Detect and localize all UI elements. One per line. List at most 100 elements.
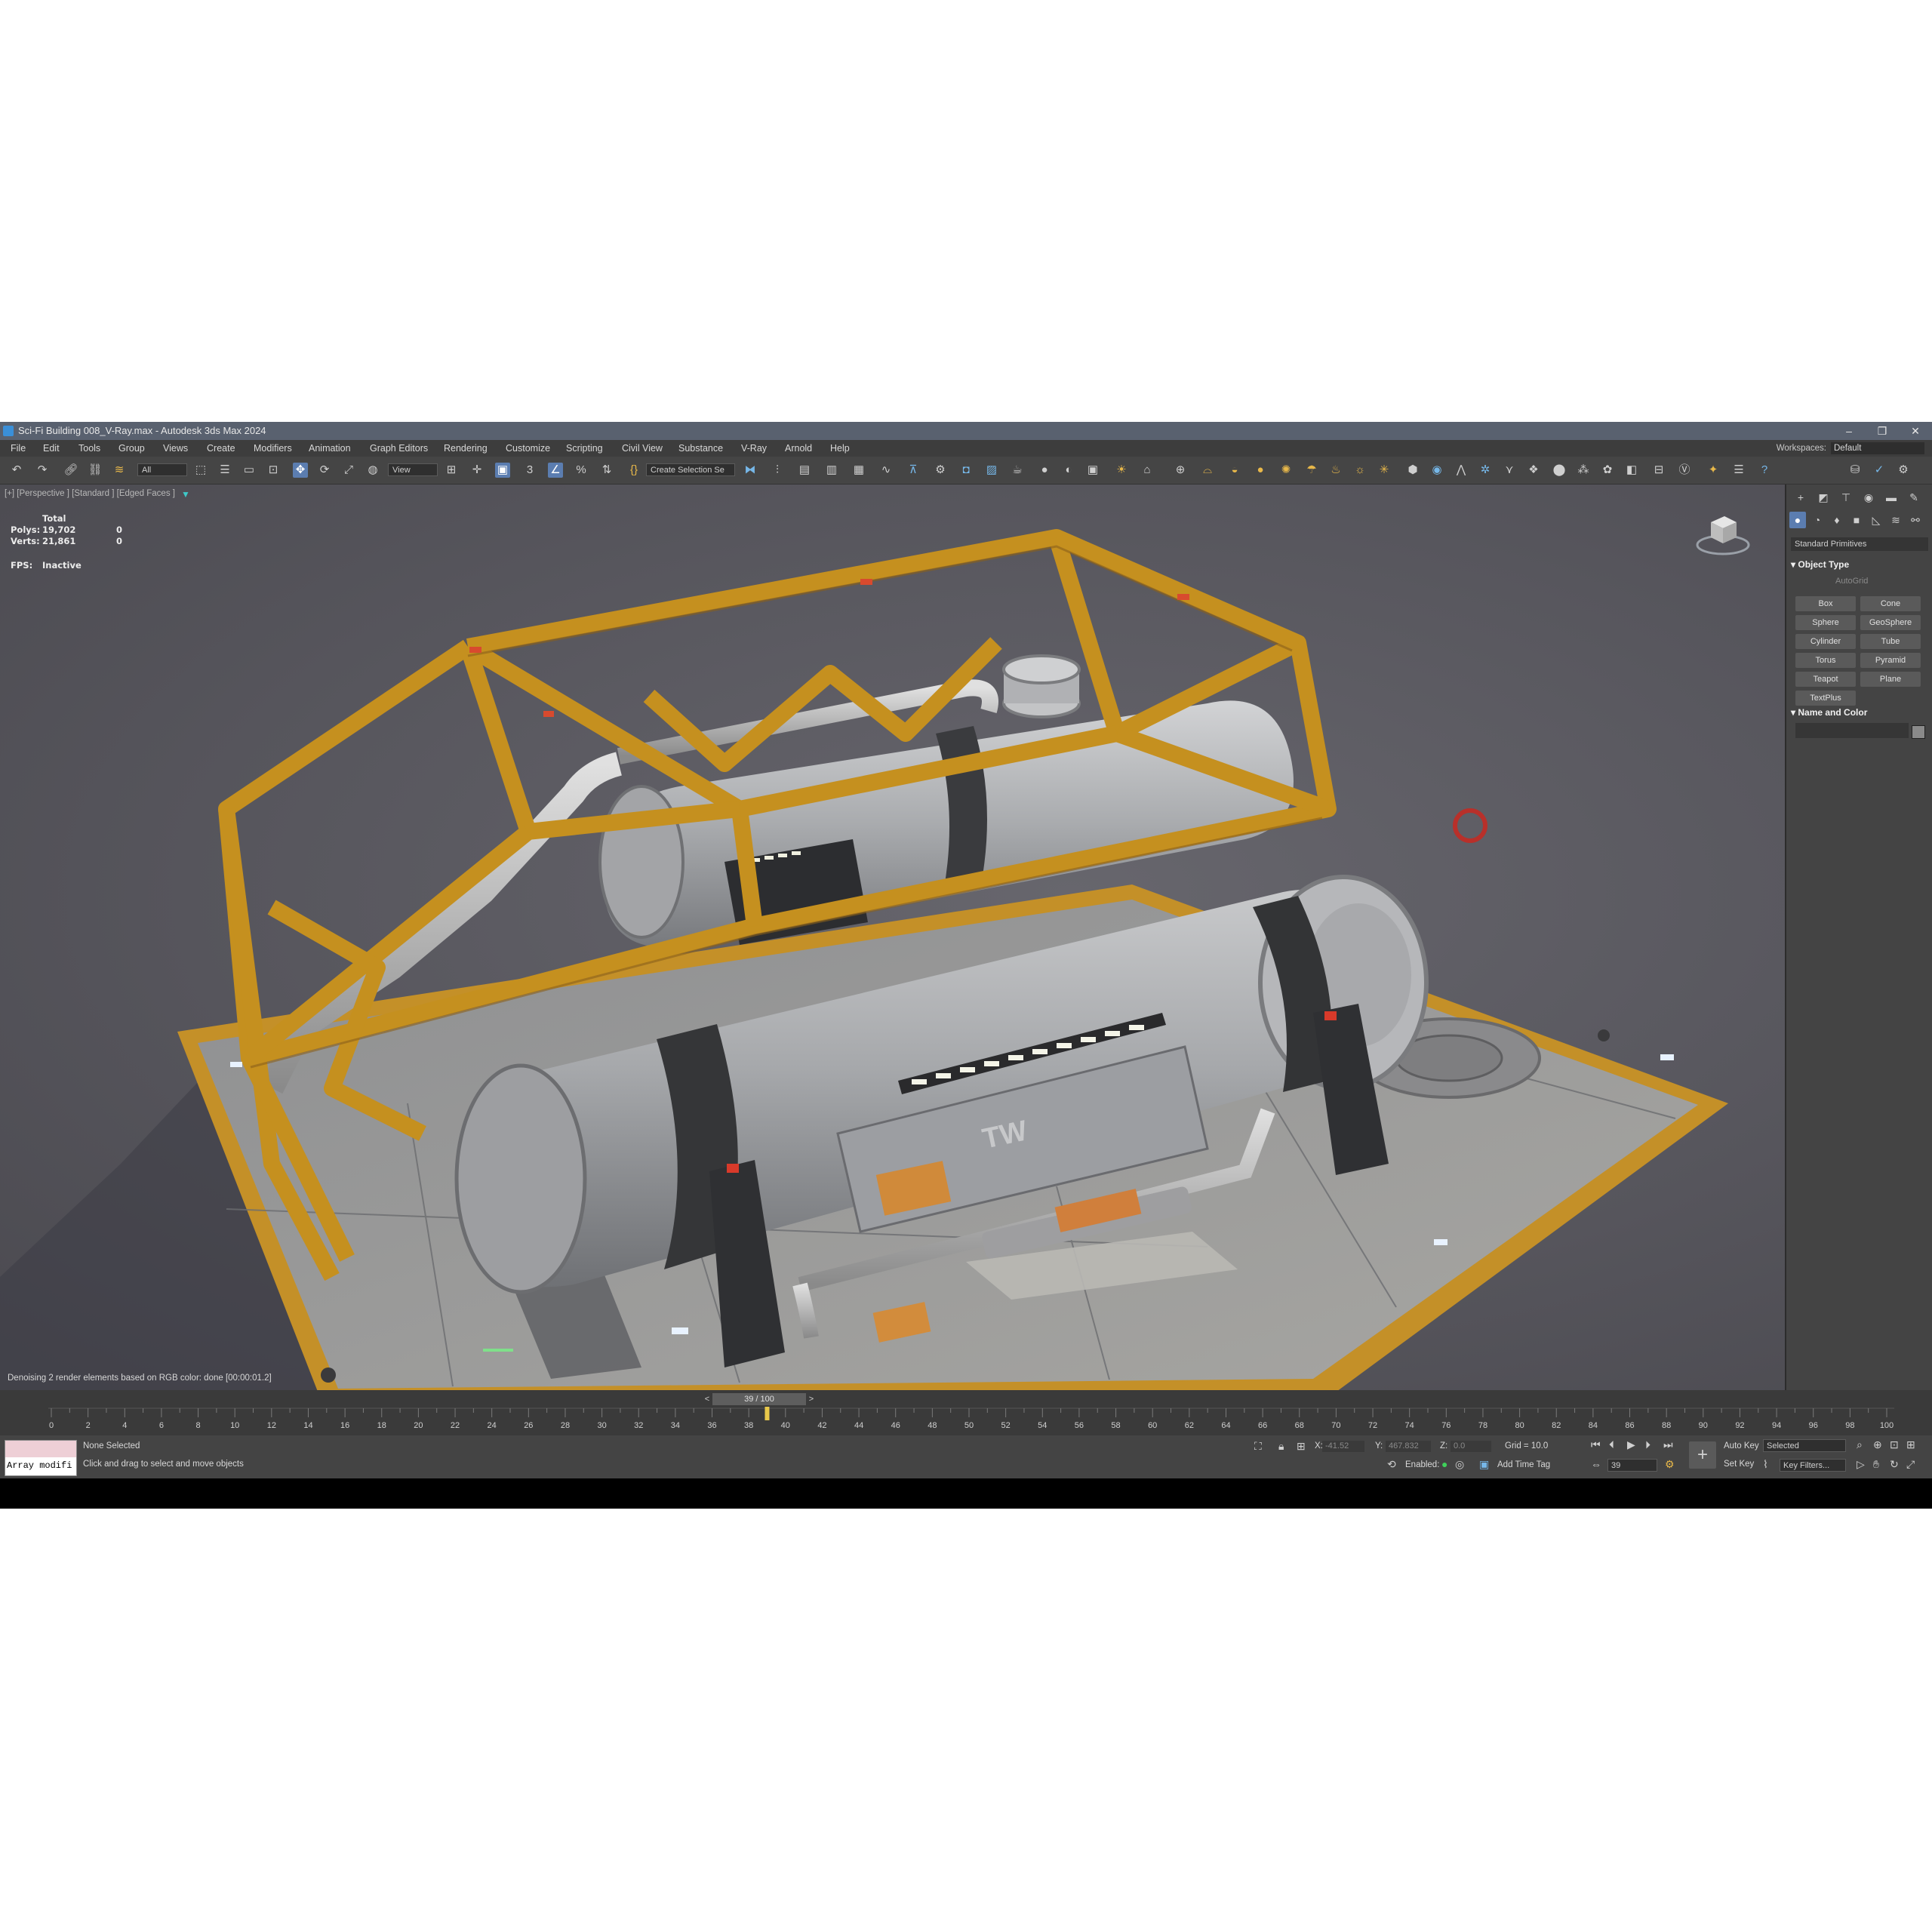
select-scale-icon[interactable]: ⤢ bbox=[341, 463, 356, 478]
menu-vray[interactable]: V-Ray bbox=[741, 440, 767, 457]
zoom-all-icon[interactable]: ⊕ bbox=[1873, 1438, 1882, 1451]
vray-scatter-icon[interactable]: ⋎ bbox=[1502, 463, 1517, 478]
lock-selection-icon[interactable]: 🔒︎ bbox=[1278, 1440, 1284, 1453]
menu-animation[interactable]: Animation bbox=[309, 440, 351, 457]
menu-graph-editors[interactable]: Graph Editors bbox=[370, 440, 428, 457]
menu-modifiers[interactable]: Modifiers bbox=[254, 440, 292, 457]
bind-spacewarp-icon[interactable]: ≋ bbox=[112, 463, 127, 478]
manipulate-icon[interactable]: ✛ bbox=[469, 463, 485, 478]
pan-view-icon[interactable]: ✋︎ bbox=[1873, 1458, 1879, 1471]
angle-snap-icon[interactable]: ∠ bbox=[548, 463, 563, 478]
vray-vfb-icon[interactable]: ▣ bbox=[1085, 463, 1100, 478]
edit-named-selection-icon[interactable]: {} bbox=[626, 463, 641, 478]
render-setup-icon[interactable]: ◘ bbox=[958, 463, 974, 478]
vray-light-icon[interactable]: ☀ bbox=[1114, 463, 1129, 478]
select-place-icon[interactable]: ◍ bbox=[365, 463, 380, 478]
display-tab-icon[interactable]: ▬ bbox=[1883, 489, 1900, 506]
key-filters-button[interactable]: Key Filters... bbox=[1780, 1459, 1846, 1472]
layer-explorer-icon[interactable]: ▥ bbox=[824, 463, 839, 478]
curve-editor-icon[interactable]: ∿ bbox=[878, 463, 894, 478]
z-coordinate-field[interactable]: 0.0 bbox=[1451, 1441, 1491, 1452]
menu-customize[interactable]: Customize bbox=[506, 440, 550, 457]
lights-icon[interactable]: ♦ bbox=[1829, 512, 1845, 528]
vray-sphere-light-icon[interactable]: ● bbox=[1253, 463, 1268, 478]
listener-output[interactable] bbox=[5, 1441, 76, 1457]
cameras-icon[interactable]: ■ bbox=[1848, 512, 1865, 528]
vray-converter-icon[interactable]: ◧ bbox=[1624, 463, 1639, 478]
menu-help[interactable]: Help bbox=[830, 440, 850, 457]
menu-civil-view[interactable]: Civil View bbox=[622, 440, 663, 457]
geometry-icon[interactable]: ● bbox=[1789, 512, 1806, 528]
pyramid-button[interactable]: Pyramid bbox=[1860, 653, 1921, 668]
zoom-icon[interactable]: ⌕ bbox=[1857, 1438, 1863, 1451]
key-selection-dropdown[interactable]: Selected bbox=[1763, 1439, 1846, 1452]
menu-edit[interactable]: Edit bbox=[43, 440, 60, 457]
render-production-icon[interactable]: ☕︎ bbox=[1010, 463, 1025, 478]
menu-group[interactable]: Group bbox=[118, 440, 145, 457]
zoom-extents-icon[interactable]: ⊡ bbox=[1890, 1438, 1899, 1451]
select-by-name-icon[interactable]: ☰ bbox=[217, 463, 232, 478]
object-color-swatch[interactable] bbox=[1912, 725, 1925, 739]
auto-key-button[interactable]: Auto Key bbox=[1724, 1441, 1759, 1451]
viewport-filter-icon[interactable]: ▼ bbox=[181, 489, 190, 500]
box-button[interactable]: Box bbox=[1795, 596, 1856, 611]
named-selection-dropdown[interactable]: Create Selection Se bbox=[646, 463, 735, 476]
scene-explorer-icon[interactable]: ▤ bbox=[797, 463, 812, 478]
vray-teapot-icon[interactable]: ● bbox=[1037, 463, 1052, 478]
isolate-icon[interactable]: ⛶ bbox=[1254, 1440, 1262, 1453]
rendered-frame-window-icon[interactable]: ▨ bbox=[984, 463, 999, 478]
vray-fur-icon[interactable]: ⋀ bbox=[1454, 463, 1469, 478]
select-rotate-icon[interactable]: ⟳ bbox=[317, 463, 332, 478]
set-keys-icon[interactable]: + bbox=[1689, 1441, 1716, 1469]
autogrid-checkbox[interactable]: AutoGrid bbox=[1835, 577, 1868, 586]
workspace-selector[interactable]: Workspaces: Default bbox=[1777, 440, 1924, 457]
save-scene-icon[interactable]: ⛁ bbox=[1847, 463, 1863, 478]
x-coordinate-field[interactable]: -41.52 bbox=[1322, 1441, 1364, 1452]
torus-button[interactable]: Torus bbox=[1795, 653, 1856, 668]
pivot-center-icon[interactable]: ⊞ bbox=[444, 463, 459, 478]
menu-views[interactable]: Views bbox=[163, 440, 188, 457]
vray-light-lister-icon[interactable]: ⊕ bbox=[1173, 463, 1188, 478]
vray-mesh-light-icon[interactable]: ☂ bbox=[1304, 463, 1319, 478]
close-button[interactable]: ✕ bbox=[1899, 422, 1932, 440]
menu-substance[interactable]: Substance bbox=[678, 440, 723, 457]
modify-tab-icon[interactable]: ◩ bbox=[1815, 489, 1832, 506]
minimize-button[interactable]: – bbox=[1832, 422, 1866, 440]
systems-icon[interactable]: ⚯ bbox=[1907, 512, 1924, 528]
adaptive-degradation-icon[interactable]: ⟲ bbox=[1387, 1458, 1396, 1471]
material-editor-icon[interactable]: ⚙ bbox=[933, 463, 948, 478]
vray-decal-icon[interactable]: ❖ bbox=[1526, 463, 1541, 478]
geosphere-button[interactable]: GeoSphere bbox=[1860, 615, 1921, 630]
percent-snap-icon[interactable]: % bbox=[574, 463, 589, 478]
menu-tools[interactable]: Tools bbox=[78, 440, 100, 457]
transform-mode-icon[interactable]: ⊞ bbox=[1297, 1440, 1306, 1453]
textplus-button[interactable]: TextPlus bbox=[1795, 691, 1856, 706]
help-icon[interactable]: ? bbox=[1757, 463, 1772, 478]
object-name-input[interactable] bbox=[1795, 723, 1909, 738]
cone-button[interactable]: Cone bbox=[1860, 596, 1921, 611]
teapot-button[interactable]: Teapot bbox=[1795, 672, 1856, 687]
previous-frame-icon[interactable]: ⏴ bbox=[1609, 1438, 1614, 1451]
orbit-icon[interactable]: ↻ bbox=[1890, 1458, 1899, 1471]
ribbon-toggle-icon[interactable]: ▦ bbox=[851, 463, 866, 478]
shapes-icon[interactable]: ◔ bbox=[1809, 512, 1826, 528]
chaos-cosmos-icon[interactable]: ✦ bbox=[1706, 463, 1721, 478]
selection-filter-dropdown[interactable]: All bbox=[137, 463, 187, 476]
time-configuration-icon[interactable]: ⚙ bbox=[1665, 1458, 1675, 1471]
vray-camera-icon[interactable]: ⌂ bbox=[1140, 463, 1155, 478]
selection-preview-icon[interactable]: ◎ bbox=[1455, 1458, 1464, 1471]
helpers-icon[interactable]: ◺ bbox=[1868, 512, 1884, 528]
current-frame-field[interactable]: 39 bbox=[1607, 1459, 1657, 1472]
vray-dome-light-icon[interactable]: ⌓ bbox=[1200, 463, 1215, 478]
y-coordinate-field[interactable]: 467.832 bbox=[1386, 1441, 1431, 1452]
listener-input[interactable]: Array modifi bbox=[5, 1457, 76, 1475]
key-mode-icon[interactable]: ⇔ bbox=[1591, 1458, 1601, 1470]
current-frame-marker[interactable] bbox=[764, 1407, 770, 1420]
snaps-toggle-icon[interactable]: 3 bbox=[522, 463, 537, 478]
motion-tab-icon[interactable]: ◉ bbox=[1860, 489, 1877, 506]
primitive-category-dropdown[interactable]: Standard Primitives bbox=[1791, 537, 1928, 551]
vray-ipr-icon[interactable]: ◐ bbox=[1061, 463, 1076, 478]
check-icon[interactable]: ✓ bbox=[1872, 463, 1887, 478]
reference-coord-dropdown[interactable]: View bbox=[388, 463, 438, 476]
menu-create[interactable]: Create bbox=[207, 440, 235, 457]
